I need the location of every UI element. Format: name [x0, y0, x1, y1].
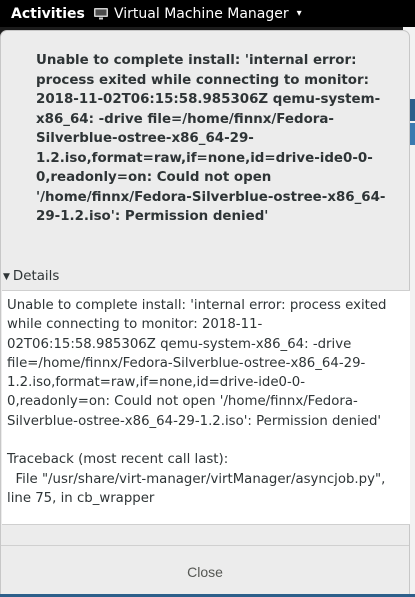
app-menu-label: Virtual Machine Manager: [114, 5, 289, 22]
error-dialog: Unable to complete install: 'internal er…: [0, 30, 410, 597]
details-expander[interactable]: ▼ Details: [3, 269, 59, 284]
chevron-down-icon: ▾: [296, 8, 302, 19]
details-label: Details: [12, 269, 60, 284]
activities-button[interactable]: Activities: [0, 6, 92, 22]
details-text: Unable to complete install: 'internal er…: [7, 298, 387, 506]
expander-arrow-icon: ▼: [3, 271, 10, 282]
gnome-top-bar: Activities Virtual Machine Manager ▾: [0, 0, 415, 27]
error-message: Unable to complete install: 'internal er…: [36, 53, 386, 224]
virt-manager-icon: [94, 7, 108, 20]
details-text-view[interactable]: Unable to complete install: 'internal er…: [2, 290, 410, 525]
close-button[interactable]: Close: [1, 546, 409, 597]
app-menu[interactable]: Virtual Machine Manager ▾: [92, 6, 302, 22]
